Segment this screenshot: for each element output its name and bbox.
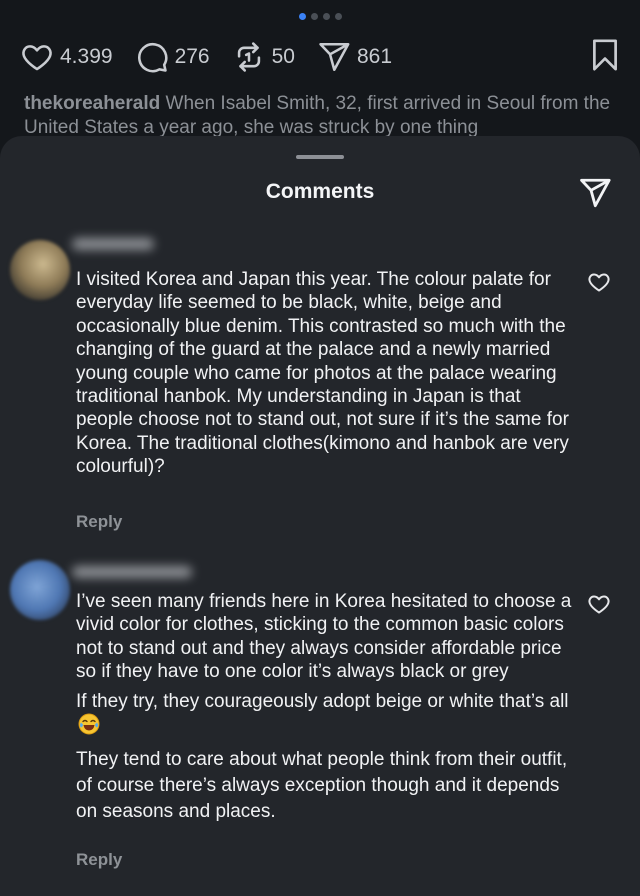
comment-paragraph: I visited Korea and Japan this year. The…	[76, 269, 569, 478]
heart-icon	[588, 595, 610, 614]
carousel-dot	[334, 13, 342, 20]
like-button[interactable]: 4.399	[20, 40, 113, 74]
comment-button[interactable]: 276	[135, 40, 210, 74]
sheet-title: Comments	[265, 180, 375, 203]
laughing-with-tears-emoji	[78, 713, 100, 741]
paper-plane-icon	[319, 42, 350, 72]
comment-paragraph: If they try, they courageously adopt bei…	[76, 690, 576, 742]
comment-paragraph-text: If they try, they courageously adopt bei…	[76, 690, 569, 712]
drag-handle[interactable]	[296, 155, 344, 159]
reply-button[interactable]: Reply	[76, 512, 122, 532]
repost-count: 50	[271, 45, 295, 68]
caption-username[interactable]: thekoreaherald	[24, 93, 160, 114]
comment-like-button[interactable]	[586, 270, 612, 294]
username-redacted	[72, 566, 192, 578]
comments-sheet: Comments I visited Korea and Japan this …	[0, 136, 640, 896]
paper-plane-icon	[580, 178, 611, 208]
carousel-dot	[310, 13, 318, 20]
bookmark-icon	[593, 38, 617, 71]
comment-paragraph: They tend to care about what people thin…	[76, 749, 568, 823]
speech-bubble-icon	[137, 43, 167, 73]
repost-button[interactable]: 50	[232, 40, 295, 74]
post-caption: thekoreaherald When Isabel Smith, 32, fi…	[24, 92, 620, 140]
username-redacted	[72, 238, 154, 250]
share-comments-button[interactable]	[578, 176, 612, 210]
like-count: 4.399	[60, 45, 113, 68]
reply-button[interactable]: Reply	[76, 850, 122, 870]
comment-like-button[interactable]	[586, 592, 612, 616]
share-count: 861	[356, 45, 393, 68]
comment-paragraph: I’ve seen many friends here in Korea hes…	[76, 591, 572, 683]
carousel-dot-active	[298, 13, 306, 20]
post-action-bar: 4.399 276 50 861	[20, 38, 620, 76]
avatar[interactable]	[10, 240, 70, 300]
heart-icon	[22, 45, 52, 71]
heart-icon	[588, 273, 610, 292]
avatar[interactable]	[10, 560, 70, 620]
share-button[interactable]: 861	[317, 40, 392, 74]
carousel-dot	[322, 13, 330, 20]
comment-count: 276	[174, 45, 210, 68]
carousel-indicator	[0, 13, 640, 20]
repost-icon	[237, 42, 260, 72]
comment-text: I’ve seen many friends here in Korea hes…	[76, 590, 576, 825]
bookmark-button[interactable]	[590, 38, 620, 77]
comment-text: I visited Korea and Japan this year. The…	[76, 268, 576, 479]
